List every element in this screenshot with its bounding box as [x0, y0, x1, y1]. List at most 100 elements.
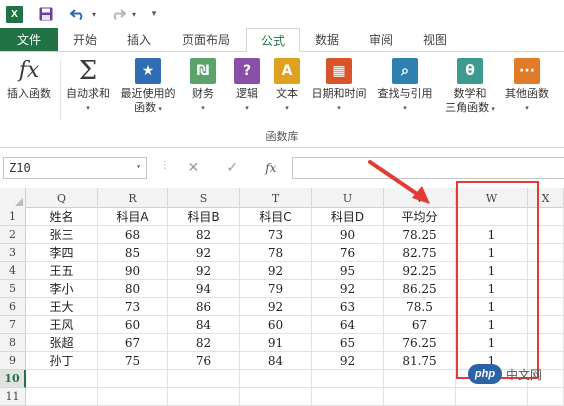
cancel-icon[interactable]: ✕ — [188, 160, 200, 176]
cell[interactable] — [240, 370, 312, 388]
cell[interactable]: 80 — [98, 280, 168, 298]
redo-dropdown-icon[interactable]: ▾ — [129, 3, 139, 25]
cell[interactable]: 84 — [240, 352, 312, 370]
cell[interactable]: 84 — [168, 316, 240, 334]
tab-item-3[interactable]: 页面布局 — [166, 28, 246, 51]
cell[interactable]: 64 — [312, 316, 384, 334]
cell[interactable]: 92 — [312, 352, 384, 370]
cell[interactable]: 李四 — [26, 244, 98, 262]
column-header-r[interactable]: R — [98, 188, 168, 208]
row-header-8[interactable]: 8 — [0, 334, 26, 352]
cell[interactable] — [456, 388, 528, 406]
insert-function-fx-icon[interactable]: fx — [265, 161, 276, 175]
financial-button[interactable]: ₪ 财务 ▾ — [186, 58, 220, 115]
cell[interactable]: 1 — [456, 316, 528, 334]
cell[interactable]: 王五 — [26, 262, 98, 280]
cell[interactable]: 科目A — [98, 208, 168, 226]
cell[interactable]: 78.5 — [384, 298, 456, 316]
tab-item-7[interactable]: 视图 — [408, 28, 462, 51]
cell[interactable] — [528, 316, 564, 334]
cell[interactable]: 92 — [168, 262, 240, 280]
redo-icon[interactable] — [107, 3, 129, 25]
row-header-2[interactable]: 2 — [0, 226, 26, 244]
math-trig-button[interactable]: θ 数学和 三角函数 ▾ — [445, 58, 495, 116]
cell[interactable]: 1 — [456, 226, 528, 244]
cell[interactable]: 60 — [240, 316, 312, 334]
cell[interactable] — [312, 388, 384, 406]
cell[interactable]: 60 — [98, 316, 168, 334]
cell[interactable]: 67 — [384, 316, 456, 334]
autosum-button[interactable]: Σ 自动求和 ▾ — [64, 58, 112, 115]
cell[interactable]: 76.25 — [384, 334, 456, 352]
cell[interactable]: 李小 — [26, 280, 98, 298]
tab-file[interactable]: 文件 — [0, 28, 58, 51]
cell[interactable]: 65 — [312, 334, 384, 352]
cell[interactable]: 张三 — [26, 226, 98, 244]
insert-function-button[interactable]: fx 插入函数 — [1, 58, 57, 101]
cell[interactable]: 76 — [168, 352, 240, 370]
column-header-u[interactable]: U — [312, 188, 384, 208]
tab-item-1[interactable]: 开始 — [58, 28, 112, 51]
cell[interactable]: 79 — [240, 280, 312, 298]
enter-icon[interactable]: ✓ — [226, 160, 238, 176]
row-header-4[interactable]: 4 — [0, 262, 26, 280]
cell[interactable] — [98, 370, 168, 388]
cell[interactable]: 91 — [240, 334, 312, 352]
cell[interactable] — [528, 262, 564, 280]
cell[interactable] — [384, 370, 456, 388]
cell[interactable]: 王风 — [26, 316, 98, 334]
row-header-9[interactable]: 9 — [0, 352, 26, 370]
cell[interactable]: 90 — [312, 226, 384, 244]
column-header-w[interactable]: W — [456, 188, 528, 208]
cell[interactable]: 王大 — [26, 298, 98, 316]
cell[interactable] — [456, 370, 528, 388]
customize-toolbar-icon[interactable]: ▾ — [147, 3, 161, 25]
cell[interactable] — [384, 388, 456, 406]
cell[interactable] — [456, 208, 528, 226]
cell[interactable] — [240, 388, 312, 406]
cell[interactable] — [168, 370, 240, 388]
cell[interactable]: 92 — [240, 298, 312, 316]
cell[interactable] — [312, 370, 384, 388]
cell[interactable]: 67 — [98, 334, 168, 352]
undo-dropdown-icon[interactable]: ▾ — [89, 3, 99, 25]
cell[interactable]: 90 — [98, 262, 168, 280]
cell[interactable] — [528, 208, 564, 226]
cell[interactable] — [528, 370, 564, 388]
tab-item-5[interactable]: 数据 — [300, 28, 354, 51]
cell[interactable] — [26, 370, 98, 388]
cell[interactable]: 63 — [312, 298, 384, 316]
cell[interactable]: 82 — [168, 226, 240, 244]
cell[interactable]: 92.25 — [384, 262, 456, 280]
cell[interactable]: 73 — [98, 298, 168, 316]
cell[interactable] — [528, 280, 564, 298]
cell[interactable]: 1 — [456, 352, 528, 370]
cell[interactable] — [528, 226, 564, 244]
cell[interactable]: 92 — [240, 262, 312, 280]
cell[interactable]: 85 — [98, 244, 168, 262]
tab-item-4[interactable]: 公式 — [246, 28, 300, 52]
row-header-3[interactable]: 3 — [0, 244, 26, 262]
cell[interactable]: 孙丁 — [26, 352, 98, 370]
recently-used-button[interactable]: ★ 最近使用的 函数 ▾ — [116, 58, 180, 116]
cell[interactable]: 78.25 — [384, 226, 456, 244]
cell[interactable]: 86 — [168, 298, 240, 316]
undo-icon[interactable] — [67, 3, 89, 25]
cell[interactable]: 92 — [168, 244, 240, 262]
date-time-button[interactable]: ▦ 日期和时间 ▾ — [308, 58, 370, 115]
cell[interactable] — [168, 388, 240, 406]
cell[interactable]: 科目D — [312, 208, 384, 226]
cell[interactable] — [26, 388, 98, 406]
row-header-11[interactable]: 11 — [0, 388, 26, 406]
row-header-5[interactable]: 5 — [0, 280, 26, 298]
row-header-6[interactable]: 6 — [0, 298, 26, 316]
cell[interactable]: 82.75 — [384, 244, 456, 262]
logical-button[interactable]: ? 逻辑 ▾ — [232, 58, 262, 115]
cell[interactable]: 82 — [168, 334, 240, 352]
cell[interactable]: 科目C — [240, 208, 312, 226]
text-button[interactable]: A 文本 ▾ — [272, 58, 302, 115]
cell[interactable]: 92 — [312, 280, 384, 298]
cell[interactable]: 81.75 — [384, 352, 456, 370]
tab-item-2[interactable]: 插入 — [112, 28, 166, 51]
cell[interactable]: 科目B — [168, 208, 240, 226]
